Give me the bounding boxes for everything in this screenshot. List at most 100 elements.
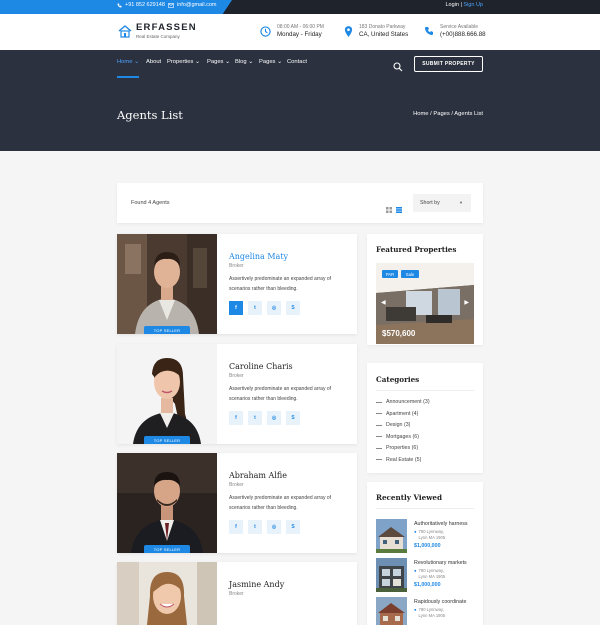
category-label: Announcement (3)	[386, 399, 430, 405]
category-item[interactable]: Real Estate (5)	[376, 457, 421, 463]
category-item[interactable]: Apartment (4)	[376, 411, 418, 417]
category-label: Real Estate (5)	[386, 456, 422, 463]
recent-property-item[interactable]: Rapidously coordinate ● 780 Lynnway, Lynn …	[376, 597, 474, 625]
top-seller-badge: TOP SELLER	[144, 326, 190, 334]
facebook-button[interactable]: f	[229, 301, 243, 315]
address-line: Lynn MA 1905	[418, 534, 446, 540]
list-view-button[interactable]	[396, 200, 402, 218]
recent-property-item[interactable]: Authoritatively harness ● 780 Lynnway, Lyn…	[376, 519, 474, 553]
category-item[interactable]: Announcement (3)	[376, 399, 430, 405]
chevron-down-icon: ⌄	[248, 59, 254, 65]
nav-item-contact[interactable]: Contact	[287, 59, 307, 65]
category-label: Mortgages (6)	[386, 433, 419, 440]
nav-item-home[interactable]: Home ⌄	[117, 59, 139, 65]
recent-property-thumb[interactable]	[376, 519, 407, 553]
listing-toolbar: Found 4 Agents Short by ▼	[117, 183, 483, 223]
search-button[interactable]	[393, 59, 403, 77]
recent-property-title[interactable]: Revolutionary markets	[414, 560, 467, 566]
agent-name[interactable]: Jasmine Andy	[229, 580, 284, 589]
submit-property-button[interactable]: SUBMIT PROPERTY	[414, 56, 483, 72]
mail-icon	[168, 2, 174, 8]
recent-property-thumb[interactable]	[376, 558, 407, 592]
widget-title: Recently Viewed	[376, 493, 442, 502]
next-arrow-icon[interactable]: ▶	[464, 299, 469, 306]
chevron-down-icon: ⌄	[277, 59, 282, 65]
chevron-down-icon: ⌄	[225, 59, 230, 65]
map-pin-icon: ●	[414, 529, 417, 534]
hours-time: 08:00 AM - 06:00 PM	[277, 24, 324, 30]
recent-property-price: $1,000,000	[414, 582, 441, 588]
address-line: 780 Lynnway,	[418, 607, 444, 612]
agent-photo[interactable]: TOP SELLER	[117, 234, 217, 334]
skype-button[interactable]: S	[286, 411, 300, 425]
nav-item-pages-2[interactable]: Pages ⌄	[259, 59, 282, 65]
nav-item-properties[interactable]: Properties ⌄	[167, 59, 200, 65]
skype-button[interactable]: S	[286, 520, 300, 534]
agent-photo-image	[117, 453, 217, 553]
agent-photo[interactable]: TOP SELLER	[117, 344, 217, 444]
nav-item-label: Home	[117, 59, 133, 65]
featured-properties-widget: Featured Properties PAR Sale ◀ ▶ $570,60…	[367, 234, 483, 345]
top-phone[interactable]: +91 852 629148	[117, 2, 165, 8]
map-pin-icon: ●	[414, 607, 417, 612]
nav-item-about[interactable]: About	[146, 59, 161, 65]
recent-property-item[interactable]: Revolutionary markets ● 780 Lynnway, Lynn …	[376, 558, 474, 592]
signup-link[interactable]: Sign Up	[463, 2, 483, 8]
nav-item-blog[interactable]: Blog ⌄	[235, 59, 253, 65]
sort-label: Short by	[420, 200, 440, 206]
instagram-button[interactable]: ◎	[267, 520, 281, 534]
top-email[interactable]: info@gmail.com	[168, 2, 217, 8]
featured-property-slide[interactable]: PAR Sale ◀ ▶ $570,600	[376, 263, 474, 344]
agent-card[interactable]: TOP SELLER Angelina Maty Broker Assertiv…	[117, 234, 357, 334]
dash-icon	[376, 436, 382, 437]
recently-viewed-widget: Recently Viewed Authoritatively harness …	[367, 482, 483, 625]
twitter-button[interactable]: t	[248, 301, 262, 315]
agent-name[interactable]: Caroline Charis	[229, 362, 293, 371]
instagram-button[interactable]: ◎	[267, 301, 281, 315]
dash-icon	[376, 401, 382, 403]
breadcrumb[interactable]: Home / Pages / Agents List	[413, 111, 483, 117]
email-address: info@gmail.com	[177, 2, 217, 8]
grid-view-button[interactable]	[386, 200, 392, 218]
auth-separator: |	[460, 2, 462, 8]
top-bar: +91 852 629148 info@gmail.com Login | Si…	[0, 0, 600, 14]
agent-photo[interactable]: TOP SELLER	[117, 453, 217, 553]
address-line: Lynn MA 1905	[418, 612, 446, 618]
recent-property-title[interactable]: Rapidously coordinate	[414, 599, 466, 605]
agent-card[interactable]: Jasmine Andy Broker	[117, 562, 357, 625]
site-logo[interactable]: ERFASSEN Real Estate Company	[118, 22, 197, 39]
agent-card[interactable]: TOP SELLER Caroline Charis Broker Assert…	[117, 344, 357, 444]
agent-photo[interactable]	[117, 562, 217, 625]
twitter-button[interactable]: t	[248, 520, 262, 534]
agent-card[interactable]: TOP SELLER Abraham Alfie Broker Assertiv…	[117, 453, 357, 553]
recent-property-title[interactable]: Authoritatively harness	[414, 521, 468, 527]
address-line: 780 Lynnway,	[418, 529, 444, 534]
widget-title: Categories	[376, 375, 420, 384]
category-item[interactable]: Design (3)	[376, 422, 410, 428]
recent-property-address: ● 780 Lynnway, Lynn MA 1905	[414, 568, 445, 579]
twitter-button[interactable]: t	[248, 411, 262, 425]
agent-socials: f t ◎ S	[229, 301, 300, 315]
nav-item-label: Pages	[259, 59, 276, 65]
property-price: $570,600	[382, 329, 416, 338]
category-item[interactable]: Properties (6)	[376, 445, 418, 451]
login-link[interactable]: Login	[445, 2, 458, 8]
category-item[interactable]: Mortgages (6)	[376, 434, 419, 440]
hours-days: Monday - Friday	[277, 31, 322, 38]
facebook-button[interactable]: f	[229, 520, 243, 534]
nav-item-pages[interactable]: Pages ⌄	[207, 59, 230, 65]
facebook-button[interactable]: f	[229, 411, 243, 425]
sort-select[interactable]: Short by ▼	[413, 194, 471, 212]
dash-icon	[376, 447, 382, 449]
recent-property-thumb[interactable]	[376, 597, 407, 625]
dash-icon	[376, 424, 382, 426]
site-header: ERFASSEN Real Estate Company 08:00 AM - …	[0, 14, 600, 50]
list-icon	[396, 207, 402, 213]
category-label: Design (3)	[386, 422, 411, 428]
agent-name[interactable]: Angelina Maty	[229, 252, 288, 261]
agent-name[interactable]: Abraham Alfie	[229, 471, 287, 480]
categories-widget: Categories Announcement (3) Apartment (4…	[367, 363, 483, 473]
prev-arrow-icon[interactable]: ◀	[381, 299, 386, 306]
instagram-button[interactable]: ◎	[267, 411, 281, 425]
skype-button[interactable]: S	[286, 301, 300, 315]
